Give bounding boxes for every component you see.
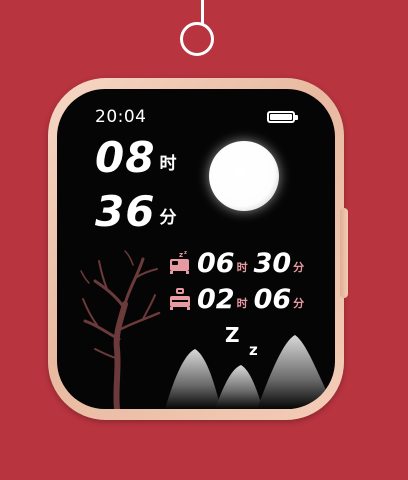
- bedtime-minutes-unit: 分: [293, 261, 305, 274]
- svg-text:z: z: [179, 251, 183, 259]
- clock-minutes: 36 分: [95, 189, 176, 235]
- duration-minutes-unit: 分: [293, 297, 305, 310]
- bedtime-hours-unit: 时: [236, 261, 248, 274]
- watch-face-preview: 20:04 08 时 36 分 z z 06 时 30 分 02 时 06 分 …: [0, 0, 408, 480]
- watch-crown-button[interactable]: [340, 208, 348, 298]
- status-time: 20:04: [95, 107, 147, 127]
- bedtime-hours: 06: [197, 248, 235, 279]
- bed-sleep-icon: z z: [170, 250, 189, 274]
- duration-hours: 02: [197, 284, 235, 315]
- duration-hours-unit: 时: [236, 297, 248, 310]
- bedtime-minutes: 30: [253, 248, 292, 279]
- mountains-icon: [165, 335, 335, 409]
- battery-cap: [295, 115, 298, 120]
- svg-text:z: z: [184, 250, 187, 256]
- hanger-string: [201, 0, 204, 24]
- battery-level-fill: [270, 114, 292, 120]
- sleep-z-large: Z: [225, 323, 240, 347]
- battery-icon: [267, 111, 295, 123]
- clock-hour-unit: 时: [159, 154, 177, 174]
- moon-icon: [209, 141, 279, 211]
- clock-hour-value: 08: [95, 133, 156, 182]
- sleep-z-small: z: [249, 341, 258, 359]
- duration-minutes: 06: [253, 284, 292, 315]
- alarm-bed-icon: [170, 288, 190, 310]
- clock-minute-value: 36: [95, 187, 156, 236]
- clock-hours: 08 时: [95, 135, 176, 181]
- hanger-ring-icon: [180, 22, 214, 56]
- clock-minute-unit: 分: [159, 208, 177, 228]
- bare-tree-icon: [80, 250, 161, 409]
- watch-screen[interactable]: 20:04 08 时 36 分 z z 06 时 30 分 02 时 06 分 …: [57, 89, 335, 409]
- sleep-duration-row[interactable]: 02 时 06 分: [169, 285, 310, 315]
- sleep-bedtime-row[interactable]: z z 06 时 30 分: [169, 249, 310, 279]
